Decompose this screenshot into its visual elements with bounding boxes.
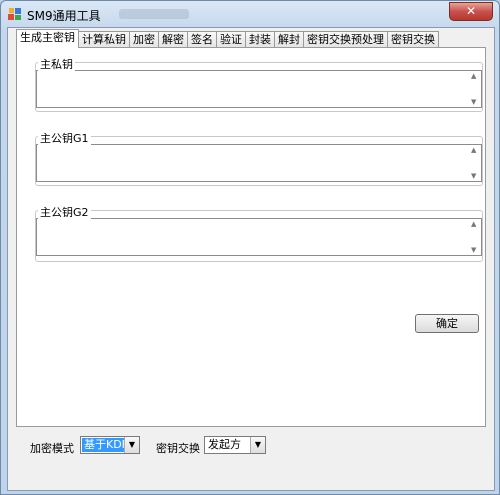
key-exchange-label: 密钥交换 [156, 442, 200, 455]
tab-encapsulate[interactable]: 封装 [245, 31, 275, 48]
master-public-key-g1-label: 主公钥G1 [38, 130, 91, 146]
app-icon [8, 8, 21, 20]
scrollbar[interactable]: ▲ ▼ [469, 219, 481, 255]
tab-key-exchange-preprocess[interactable]: 密钥交换预处理 [303, 31, 388, 48]
chevron-down-icon[interactable]: ▼ [124, 437, 139, 453]
tab-encrypt[interactable]: 加密 [129, 31, 159, 48]
scroll-down-icon[interactable]: ▼ [471, 98, 476, 106]
scroll-down-icon[interactable]: ▼ [471, 172, 476, 180]
scrollbar[interactable]: ▲ ▼ [469, 71, 481, 107]
key-exchange-select[interactable]: 发起方 ▼ [204, 436, 266, 454]
close-icon: ✕ [465, 4, 477, 18]
master-private-key-label: 主私钥 [38, 56, 75, 72]
scroll-up-icon[interactable]: ▲ [471, 146, 476, 154]
master-private-key-textarea[interactable]: ▲ ▼ [36, 70, 482, 108]
master-public-key-g2-group: 主公钥G2 ▲ ▼ [35, 204, 483, 262]
key-exchange-value: 发起方 [208, 438, 241, 451]
scroll-down-icon[interactable]: ▼ [471, 246, 476, 254]
tab-verify[interactable]: 验证 [216, 31, 246, 48]
tab-sign[interactable]: 签名 [187, 31, 217, 48]
tab-generate-master-key[interactable]: 生成主密钥 [16, 29, 79, 48]
scroll-up-icon[interactable]: ▲ [471, 220, 476, 228]
client-area: 生成主密钥 计算私钥 加密 解密 签名 验证 封装 解封 密钥交换预处理 密钥交… [7, 27, 495, 491]
encrypt-mode-value: 基于KDF [82, 438, 131, 452]
app-window: SM9通用工具 ✕ 生成主密钥 计算私钥 加密 解密 签名 验证 封装 解封 密… [0, 0, 500, 495]
tab-panel-generate-master-key: 主私钥 ▲ ▼ 主公钥G1 ▲ ▼ 主公钥G2 ▲ ▼ 确定 [16, 47, 486, 427]
title-blurred-region [119, 9, 189, 19]
scrollbar[interactable]: ▲ ▼ [469, 145, 481, 181]
master-public-key-g2-textarea[interactable]: ▲ ▼ [36, 218, 482, 256]
ok-button[interactable]: 确定 [415, 314, 479, 333]
master-public-key-g1-textarea[interactable]: ▲ ▼ [36, 144, 482, 182]
scroll-up-icon[interactable]: ▲ [471, 72, 476, 80]
encrypt-mode-select[interactable]: 基于KDF ▼ [80, 436, 140, 454]
close-button[interactable]: ✕ [449, 2, 493, 21]
tab-decrypt[interactable]: 解密 [158, 31, 188, 48]
encrypt-mode-label: 加密模式 [30, 442, 74, 455]
tab-decapsulate[interactable]: 解封 [274, 31, 304, 48]
master-public-key-g1-group: 主公钥G1 ▲ ▼ [35, 130, 483, 186]
tab-strip: 生成主密钥 计算私钥 加密 解密 签名 验证 封装 解封 密钥交换预处理 密钥交… [16, 29, 439, 48]
chevron-down-icon[interactable]: ▼ [250, 437, 265, 453]
tab-compute-private-key[interactable]: 计算私钥 [78, 31, 130, 48]
title-bar[interactable]: SM9通用工具 ✕ [1, 1, 499, 27]
master-private-key-group: 主私钥 ▲ ▼ [35, 56, 483, 112]
window-title: SM9通用工具 [27, 9, 101, 23]
tab-key-exchange[interactable]: 密钥交换 [387, 31, 439, 48]
master-public-key-g2-label: 主公钥G2 [38, 204, 91, 220]
